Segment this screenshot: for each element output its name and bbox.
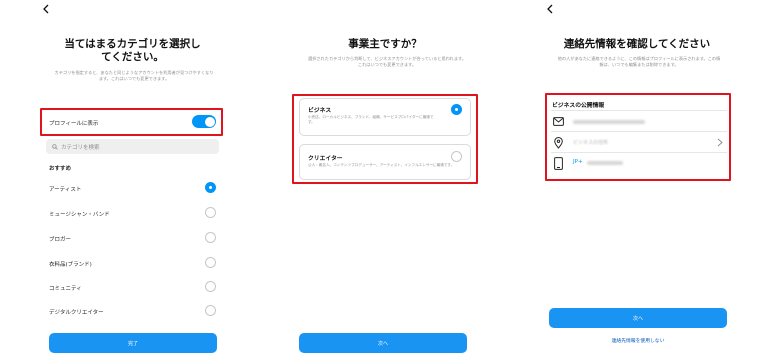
phone-icon: [554, 157, 563, 170]
option-title: クリエイター: [308, 156, 343, 162]
category-label: 衣料品(ブランド): [49, 262, 92, 268]
phone-row[interactable]: JP+: [551, 152, 727, 173]
page-subtitle: 他の人があなたに連絡できるように、この情報はプロフィールに表示されます。この情報…: [557, 56, 721, 67]
next-button[interactable]: 次へ: [549, 308, 727, 328]
next-button[interactable]: 次へ: [299, 333, 467, 353]
business-option-card[interactable]: ビジネス 小売店、ローカルビジネス、ブランド、組織、サービスプロバイダーに最適で…: [299, 98, 471, 136]
search-placeholder: カテゴリを検索: [61, 144, 100, 151]
address-row[interactable]: ビジネスの住所: [551, 131, 727, 152]
category-radio-selected[interactable]: [205, 182, 216, 193]
profile-toggle-label: プロフィールに表示: [49, 121, 99, 127]
page-title: 連絡先情報を確認してください: [563, 38, 711, 50]
business-type-screen: 事業主ですか？ 選択されたカテゴリから判断して、ビジネスアカウントが合っていると…: [287, 0, 483, 363]
option-description: 公人・著名人、コンテンツプロデューサー、アーティスト、インフルエンサーに最適です…: [308, 163, 455, 167]
category-label: ミュージシャン・バンド: [49, 212, 110, 218]
page-title: 当てはまるカテゴリを選択し てください。: [64, 38, 201, 63]
page-subtitle: カテゴリを指定すると、あなたと同じようなアカウントを利用者が見つけやすくなります…: [54, 70, 214, 81]
done-button[interactable]: 完了: [49, 333, 217, 353]
option-title: ビジネス: [308, 108, 332, 114]
category-radio[interactable]: [205, 305, 216, 316]
category-radio[interactable]: [205, 207, 216, 218]
phone-prefix: JP+: [573, 159, 583, 165]
section-label: ビジネスの公開情報: [552, 103, 605, 109]
phone-value-redacted: [587, 161, 623, 165]
option-description: 小売店、ローカルビジネス、ブランド、組織、サービスプロバイダーに最適です。: [308, 115, 434, 124]
back-arrow-icon[interactable]: [42, 4, 56, 18]
contact-info-screen: 連絡先情報を確認してください 他の人があなたに連絡できるように、この情報はプロフ…: [538, 0, 736, 363]
address-placeholder: ビジネスの住所: [573, 140, 609, 146]
location-pin-icon: [554, 137, 563, 149]
business-radio-selected[interactable]: [451, 104, 462, 115]
page-title: 事業主ですか？: [348, 38, 422, 50]
category-screen: 当てはまるカテゴリを選択し てください。 カテゴリを指定すると、あなたと同じよう…: [30, 0, 235, 363]
chevron-right-icon: [717, 138, 723, 147]
category-label: ブロガー: [49, 237, 72, 243]
contact-info-list: ビジネスの公開情報 ビジネスの住所 JP+: [551, 96, 727, 179]
category-label: デジタルクリエイター: [49, 310, 104, 316]
category-search-input[interactable]: カテゴリを検索: [46, 139, 219, 154]
creator-option-card[interactable]: クリエイター 公人・著名人、コンテンツプロデューサー、アーティスト、インフルエン…: [299, 144, 471, 180]
creator-radio[interactable]: [451, 151, 462, 162]
section-label: おすすめ: [49, 166, 72, 172]
category-radio[interactable]: [205, 232, 216, 243]
email-row[interactable]: [551, 110, 727, 131]
skip-contact-link[interactable]: 連絡先情報を使用しない: [549, 337, 727, 344]
email-value-redacted: [573, 120, 645, 124]
search-icon: [52, 143, 58, 150]
category-label: コミュニティ: [49, 286, 82, 292]
category-radio[interactable]: [205, 257, 216, 268]
category-label: アーティスト: [49, 187, 82, 193]
mail-icon: [553, 117, 564, 126]
category-radio[interactable]: [205, 281, 216, 292]
profile-display-toggle[interactable]: [192, 115, 216, 128]
page-subtitle: 選択されたカテゴリから判断して、ビジネスアカウントが合っていると思われます。これ…: [308, 56, 466, 67]
back-arrow-icon[interactable]: [546, 4, 560, 18]
